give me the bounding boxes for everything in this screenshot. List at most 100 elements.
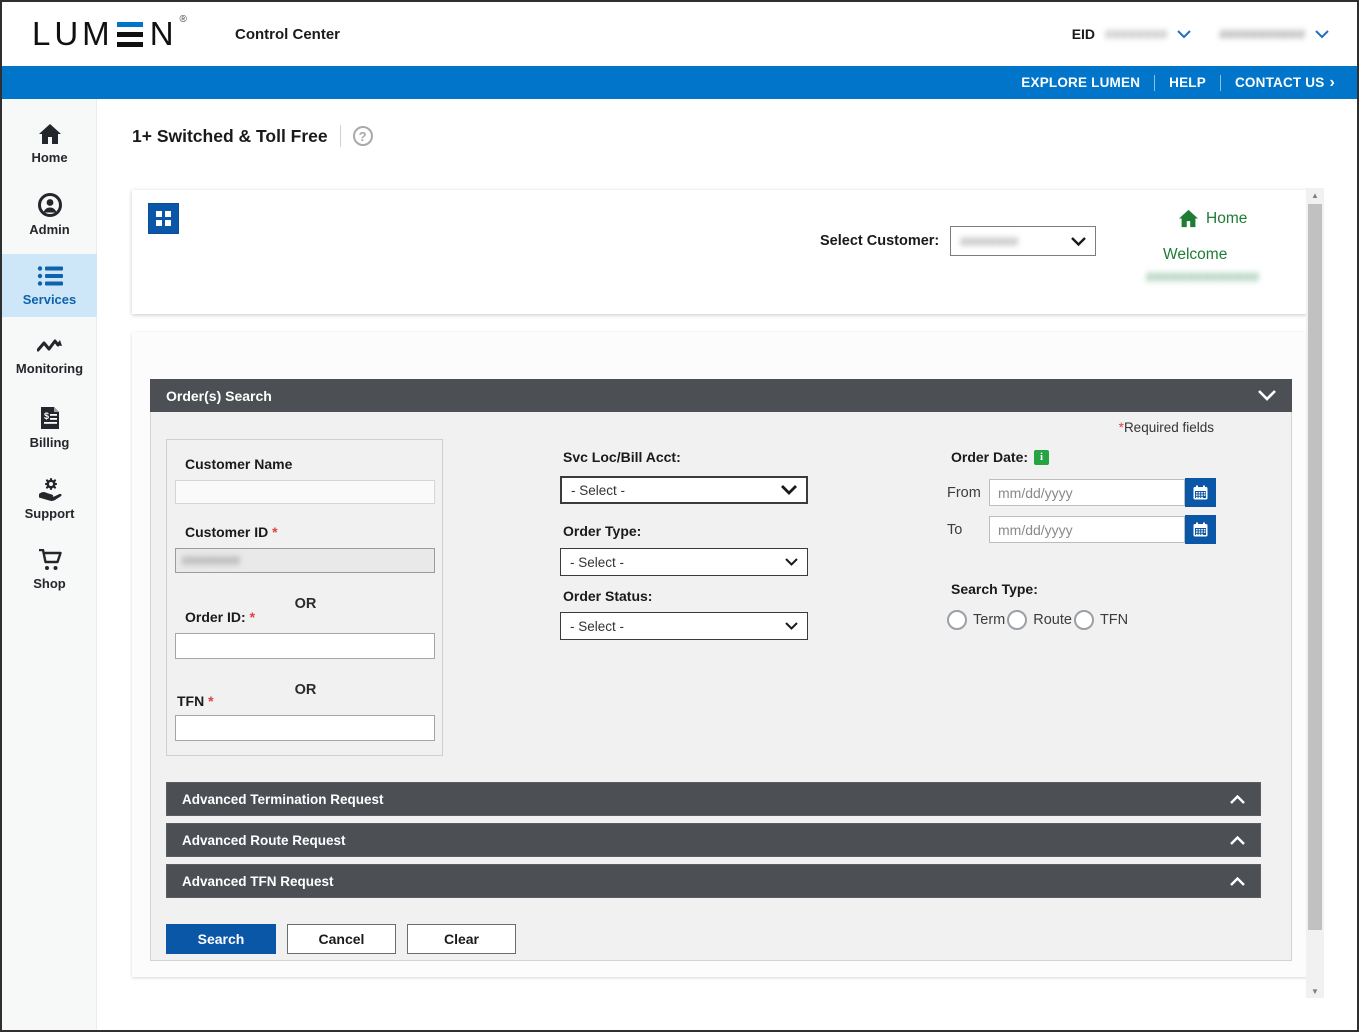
page-title: 1+ Switched & Toll Free [132, 126, 328, 147]
sidebar-item-support[interactable]: Support [2, 467, 97, 530]
contact-us-label: CONTACT US [1235, 75, 1325, 90]
lumen-logo: LUMN ® [32, 16, 187, 52]
customer-widget-panel: Select Customer: ######## Home Welcome #… [132, 190, 1307, 314]
required-note-text: Required fields [1124, 420, 1214, 435]
grid-icon [156, 211, 171, 226]
order-search-card: Order(s) Search *Required fields Custome… [132, 332, 1307, 977]
welcome-text: Welcome [1163, 246, 1227, 264]
search-button[interactable]: Search [166, 924, 276, 954]
cancel-button[interactable]: Cancel [287, 924, 396, 954]
order-date-label: Order Date: [951, 449, 1028, 465]
user-menu-chevron-down-icon[interactable] [1315, 30, 1329, 39]
order-type-select[interactable]: - Select - [560, 548, 808, 576]
page-title-row: 1+ Switched & Toll Free ? [132, 125, 373, 147]
info-icon[interactable]: i [1034, 450, 1049, 465]
chevron-up-icon [1230, 795, 1245, 804]
admin-icon [38, 193, 62, 217]
sidebar-item-label: Monitoring [16, 361, 83, 376]
page-help-icon[interactable]: ? [353, 126, 373, 146]
scroll-down-arrow-icon[interactable]: ▼ [1306, 984, 1324, 998]
term-radio[interactable] [947, 610, 967, 630]
from-calendar-button[interactable] [1185, 478, 1216, 507]
welcome-username-redacted: ############## [1146, 270, 1259, 286]
select-customer-group: Select Customer: ######## [820, 226, 1096, 256]
scrollbar-thumb[interactable] [1308, 204, 1322, 930]
app-grid-button[interactable] [148, 203, 179, 234]
monitoring-icon [37, 338, 63, 356]
nav-divider [1154, 75, 1155, 91]
customer-name-input[interactable] [175, 480, 435, 504]
logo-e-glyph [117, 22, 143, 47]
eid-chevron-down-icon[interactable] [1177, 30, 1191, 39]
home-icon [38, 123, 62, 145]
sidebar-item-services[interactable]: Services [2, 254, 97, 317]
customer-id-label: Customer ID * [185, 524, 278, 540]
svc-loc-value: - Select - [571, 483, 625, 498]
from-date-input[interactable] [989, 479, 1185, 506]
accordion-advanced-termination-request[interactable]: Advanced Termination Request [166, 782, 1261, 816]
search-type-radio-group: Term Route TFN [947, 610, 1128, 630]
help-link[interactable]: HELP [1169, 75, 1206, 90]
customer-id-value-redacted: ######## [182, 553, 240, 568]
order-search-header[interactable]: Order(s) Search [150, 379, 1292, 412]
from-date-row: From [947, 478, 1216, 507]
order-date-group: Order Date: i [951, 449, 1049, 465]
accordion-title: Advanced Route Request [182, 833, 346, 848]
billing-icon: $ [39, 406, 61, 430]
logo-lum: LUM [32, 16, 114, 52]
select-customer-dropdown[interactable]: ######## [950, 226, 1096, 256]
required-fields-note: *Required fields [1119, 420, 1214, 435]
accordion-advanced-tfn-request[interactable]: Advanced TFN Request [166, 864, 1261, 898]
sidebar-item-label: Billing [30, 435, 70, 450]
select-customer-value-redacted: ######## [960, 234, 1018, 249]
form-buttons-row: Search Cancel Clear [166, 924, 516, 954]
vertical-scrollbar[interactable]: ▲ ▼ [1306, 188, 1324, 998]
customer-id-input[interactable]: ######## [175, 548, 435, 573]
sidebar-item-label: Support [25, 506, 75, 521]
order-type-label: Order Type: [563, 523, 641, 539]
to-label: To [947, 522, 989, 538]
widget-home-link[interactable]: Home [1178, 209, 1247, 228]
main-content: 1+ Switched & Toll Free ? Select Custome… [98, 99, 1355, 1028]
registered-mark: ® [180, 14, 187, 25]
sidebar-item-label: Shop [33, 576, 66, 591]
tfn-radio[interactable] [1074, 610, 1094, 630]
tfn-input[interactable] [175, 715, 435, 741]
order-id-label-text: Order ID: [185, 609, 246, 625]
explore-lumen-link[interactable]: EXPLORE LUMEN [1021, 75, 1140, 90]
to-calendar-button[interactable] [1185, 515, 1216, 544]
home-icon [1178, 209, 1199, 228]
order-search-body: *Required fields Customer Name Customer … [150, 412, 1292, 961]
clear-button[interactable]: Clear [407, 924, 516, 954]
order-id-input[interactable] [175, 633, 435, 659]
sidebar-item-home[interactable]: Home [2, 112, 97, 175]
calendar-icon [1193, 485, 1208, 500]
widget-home-label: Home [1206, 210, 1247, 228]
nav-divider [1220, 75, 1221, 91]
contact-us-link[interactable]: CONTACT US› [1235, 74, 1335, 92]
to-date-input[interactable] [989, 516, 1185, 543]
accordion-advanced-route-request[interactable]: Advanced Route Request [166, 823, 1261, 857]
scroll-up-arrow-icon[interactable]: ▲ [1306, 188, 1324, 202]
chevron-down-icon [1071, 237, 1086, 246]
route-radio[interactable] [1007, 610, 1027, 630]
eid-label: EID [1072, 26, 1095, 42]
utility-nav: EXPLORE LUMEN HELP CONTACT US› [2, 66, 1357, 99]
customer-fieldset: Customer Name Customer ID * ######## OR … [166, 439, 443, 756]
svc-loc-select[interactable]: - Select - [560, 476, 808, 504]
order-status-select[interactable]: - Select - [560, 612, 808, 640]
to-date-row: To [947, 515, 1216, 544]
username-redacted: ########### [1219, 26, 1305, 42]
chevron-down-icon [781, 485, 797, 495]
collapse-chevron-down-icon[interactable] [1258, 390, 1276, 401]
accordion-title: Advanced TFN Request [182, 874, 334, 889]
services-icon [37, 265, 63, 287]
lumen-wordmark: LUMN [32, 16, 178, 52]
sidebar-item-label: Services [23, 292, 77, 307]
from-label: From [947, 485, 989, 501]
sidebar-item-admin[interactable]: Admin [2, 183, 97, 246]
top-header: LUMN ® Control Center EID ######## #####… [2, 2, 1357, 66]
sidebar-item-shop[interactable]: Shop [2, 538, 97, 601]
sidebar-item-billing[interactable]: $ Billing [2, 396, 97, 459]
sidebar-item-monitoring[interactable]: Monitoring [2, 325, 97, 388]
